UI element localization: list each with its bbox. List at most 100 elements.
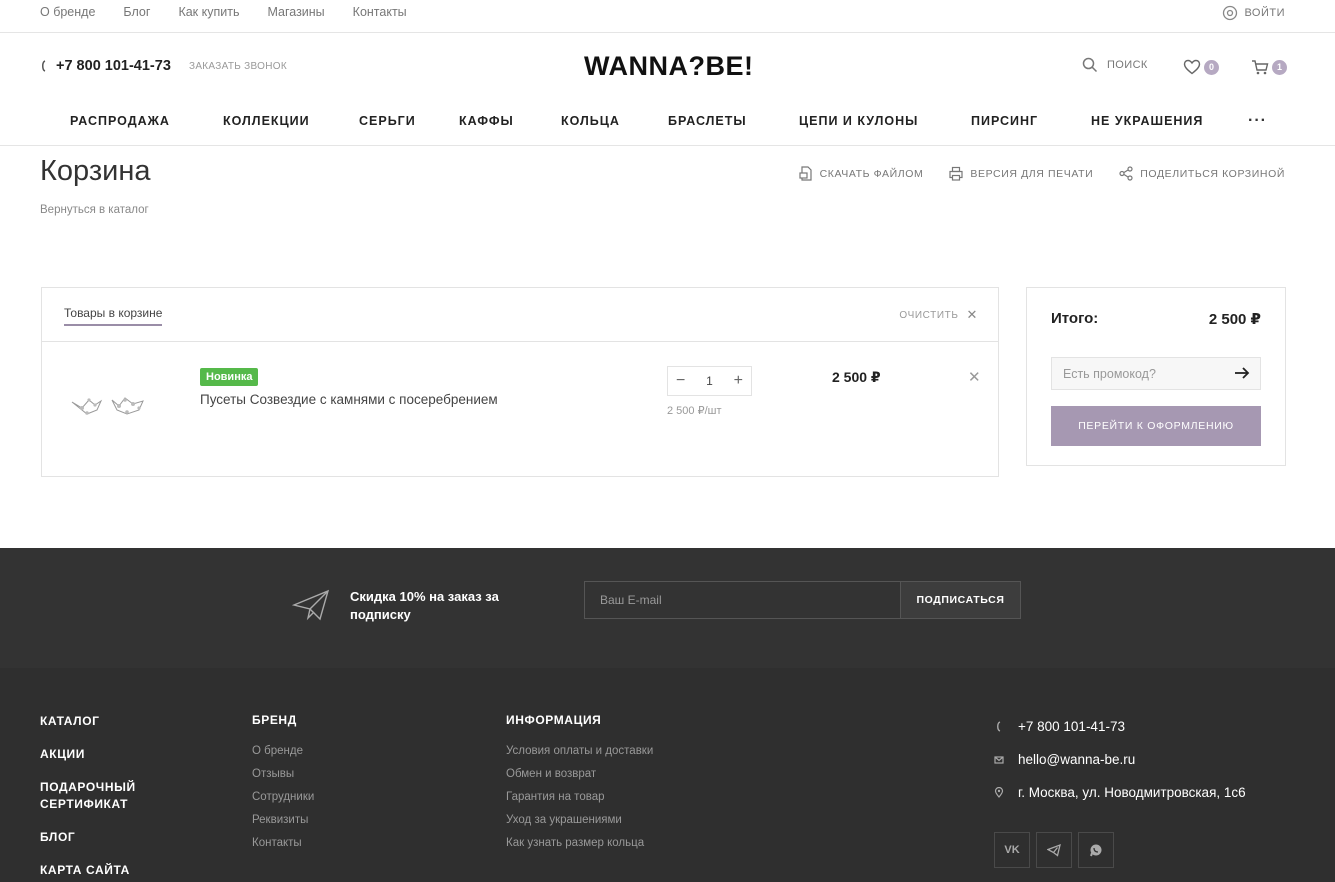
footer-email-address: hello@wanna-be.ru	[1018, 751, 1136, 767]
heart-icon	[1183, 59, 1201, 75]
total-value: 2 500 ₽	[1208, 311, 1261, 328]
product-image[interactable]	[67, 388, 149, 426]
footer-address-text: г. Москва, ул. Новодмитровская, 1с6	[1018, 784, 1246, 800]
remove-item-icon[interactable]: ✕	[968, 368, 981, 386]
login-link[interactable]: ВОЙТИ	[1222, 5, 1285, 21]
clear-cart-button[interactable]: ОЧИСТИТЬ ✕	[899, 307, 978, 323]
phone-icon	[997, 720, 1001, 732]
quantity-stepper: − 1 +	[667, 366, 752, 396]
search-button[interactable]: ПОИСК	[1082, 57, 1148, 73]
footer: КАТАЛОГ АКЦИИ ПОДАРОЧНЫЙ СЕРТИФИКАТ БЛОГ…	[0, 668, 1335, 882]
nav-item-cuffs[interactable]: КАФФЫ	[459, 114, 514, 128]
checkout-button[interactable]: ПЕРЕЙТИ К ОФОРМЛЕНИЮ	[1051, 406, 1261, 446]
topnav-link-contacts[interactable]: Контакты	[353, 5, 407, 19]
quantity-value[interactable]: 1	[706, 374, 713, 388]
logo[interactable]: WANNA?BE!	[584, 51, 753, 82]
divider	[42, 341, 998, 342]
cart-items-panel: Товары в корзине ОЧИСТИТЬ ✕ Новинка Пусе…	[41, 287, 999, 477]
nav-item-sale[interactable]: РАСПРОДАЖА	[70, 114, 170, 128]
phone-icon	[42, 60, 46, 72]
product-name-link[interactable]: Пусеты Созвездие с камнями с посеребрени…	[200, 392, 498, 407]
search-icon	[1082, 57, 1098, 73]
footer-brand-column: БРЕНД О бренде Отзывы Сотрудники Реквизи…	[252, 713, 314, 859]
vk-icon[interactable]: VK	[994, 832, 1030, 868]
footer-link-blog[interactable]: БЛОГ	[40, 829, 150, 846]
footer-brand-link[interactable]: Сотрудники	[252, 790, 314, 804]
callback-button[interactable]: ЗАКАЗАТЬ ЗВОНОК	[189, 61, 287, 72]
nav-item-rings[interactable]: КОЛЬЦА	[561, 114, 620, 128]
footer-address: г. Москва, ул. Новодмитровская, 1с6	[994, 784, 1246, 800]
cart-button[interactable]: 1	[1251, 59, 1287, 75]
download-file-button[interactable]: СКАЧАТЬ ФАЙЛОМ	[798, 166, 924, 181]
header-phone[interactable]: +7 800 101-41-73	[40, 58, 171, 74]
nav-item-collections[interactable]: КОЛЛЕКЦИИ	[223, 114, 310, 128]
email-field	[584, 581, 901, 619]
footer-info-link[interactable]: Гарантия на товар	[506, 790, 653, 804]
top-nav: О бренде Блог Как купить Магазины Контак…	[40, 5, 435, 19]
share-cart-button[interactable]: ПОДЕЛИТЬСЯ КОРЗИНОЙ	[1119, 166, 1285, 181]
main-nav: РАСПРОДАЖА КОЛЛЕКЦИИ СЕРЬГИ КАФФЫ КОЛЬЦА…	[0, 101, 1335, 146]
whatsapp-icon[interactable]	[1078, 832, 1114, 868]
print-version-button[interactable]: ВЕРСИЯ ДЛЯ ПЕЧАТИ	[949, 166, 1093, 181]
decrease-quantity-button[interactable]: −	[676, 372, 685, 390]
file-icon	[798, 166, 812, 181]
subscribe-text: Скидка 10% на заказ за подписку	[350, 589, 499, 622]
order-summary: Итого: 2 500 ₽ ПЕРЕЙТИ К ОФОРМЛЕНИЮ	[1026, 287, 1286, 466]
subscribe-band: Скидка 10% на заказ за подписку ПОДПИСАТ…	[0, 548, 1335, 668]
topnav-link-stores[interactable]: Магазины	[267, 5, 324, 19]
top-bar: О бренде Блог Как купить Магазины Контак…	[0, 0, 1335, 33]
footer-phone-number: +7 800 101-41-73	[1018, 718, 1125, 734]
telegram-icon[interactable]	[1036, 832, 1072, 868]
footer-main-links: КАТАЛОГ АКЦИИ ПОДАРОЧНЫЙ СЕРТИФИКАТ БЛОГ…	[40, 713, 150, 882]
footer-link-sitemap[interactable]: КАРТА САЙТА	[40, 862, 150, 879]
footer-brand-link[interactable]: Реквизиты	[252, 813, 314, 827]
promo-code-input[interactable]	[1052, 358, 1222, 389]
footer-brand-link[interactable]: Отзывы	[252, 767, 314, 781]
nav-more-button[interactable]: ···	[1248, 112, 1267, 130]
nav-item-chains[interactable]: ЦЕПИ И КУЛОНЫ	[799, 114, 918, 128]
topnav-link-blog[interactable]: Блог	[123, 5, 150, 19]
topnav-link-how-to-buy[interactable]: Как купить	[178, 5, 239, 19]
footer-contacts: +7 800 101-41-73 hello@wanna-be.ru г. Мо…	[994, 718, 1246, 817]
topnav-link-about[interactable]: О бренде	[40, 5, 95, 19]
back-to-catalog-link[interactable]: Вернуться в каталог	[40, 204, 149, 216]
nav-item-earrings[interactable]: СЕРЬГИ	[359, 114, 416, 128]
mail-icon	[994, 755, 1004, 764]
unit-price: 2 500 ₽/шт	[667, 405, 722, 417]
footer-link-promotions[interactable]: АКЦИИ	[40, 746, 150, 763]
nav-item-bracelets[interactable]: БРАСЛЕТЫ	[668, 114, 747, 128]
subscribe-button[interactable]: ПОДПИСАТЬСЯ	[900, 581, 1021, 619]
header: +7 800 101-41-73 ЗАКАЗАТЬ ЗВОНОК WANNA?B…	[0, 33, 1335, 101]
footer-link-gift-certificate[interactable]: ПОДАРОЧНЫЙ СЕРТИФИКАТ	[40, 779, 150, 813]
favorites-button[interactable]: 0	[1183, 59, 1219, 75]
nav-item-piercing[interactable]: ПИРСИНГ	[971, 114, 1038, 128]
close-icon: ✕	[966, 307, 978, 322]
promo-code-field	[1051, 357, 1261, 390]
printer-icon	[949, 166, 963, 181]
footer-info-heading[interactable]: ИНФОРМАЦИЯ	[506, 713, 653, 727]
footer-brand-link[interactable]: Контакты	[252, 836, 314, 850]
arrow-right-icon[interactable]	[1234, 365, 1250, 381]
email-input[interactable]	[585, 582, 900, 618]
footer-info-link[interactable]: Уход за украшениями	[506, 813, 653, 827]
login-label: ВОЙТИ	[1244, 7, 1285, 19]
clear-label: ОЧИСТИТЬ	[899, 309, 959, 321]
phone-number: +7 800 101-41-73	[56, 58, 171, 74]
nav-item-not-jewelry[interactable]: НЕ УКРАШЕНИЯ	[1091, 114, 1203, 128]
footer-brand-heading[interactable]: БРЕНД	[252, 713, 314, 727]
footer-info-column: ИНФОРМАЦИЯ Условия оплаты и доставки Обм…	[506, 713, 653, 859]
increase-quantity-button[interactable]: +	[734, 372, 743, 390]
item-price: 2 500 ₽	[832, 369, 881, 385]
footer-email[interactable]: hello@wanna-be.ru	[994, 751, 1246, 767]
paper-plane-icon	[292, 589, 330, 621]
footer-link-catalog[interactable]: КАТАЛОГ	[40, 713, 150, 730]
footer-info-link[interactable]: Условия оплаты и доставки	[506, 744, 653, 758]
tab-cart-items[interactable]: Товары в корзине	[64, 306, 163, 326]
social-links: VK	[994, 832, 1114, 868]
footer-info-link[interactable]: Как узнать размер кольца	[506, 836, 653, 850]
footer-info-link[interactable]: Обмен и возврат	[506, 767, 653, 781]
favorites-count-badge: 0	[1204, 59, 1219, 75]
footer-phone[interactable]: +7 800 101-41-73	[994, 718, 1246, 734]
footer-brand-link[interactable]: О бренде	[252, 744, 314, 758]
total-label: Итого:	[1051, 310, 1099, 327]
